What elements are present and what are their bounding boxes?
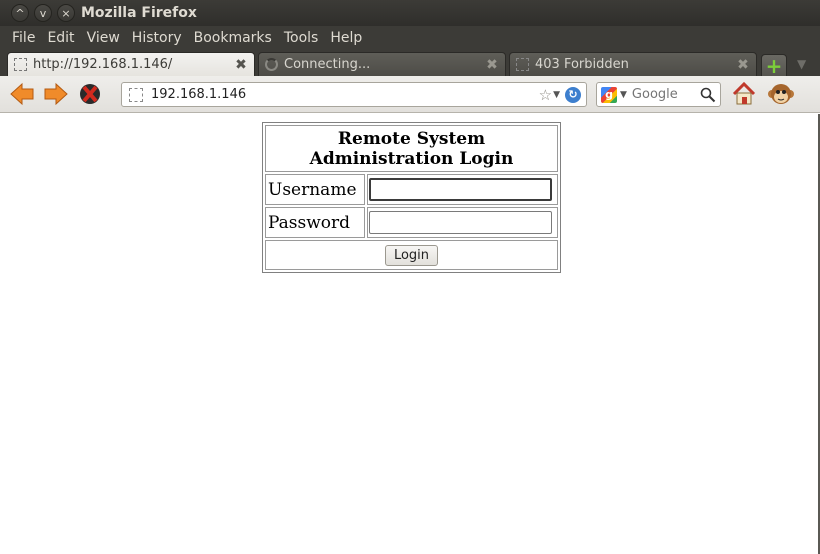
menu-help[interactable]: Help	[323, 30, 367, 46]
list-all-tabs-icon[interactable]: ▼	[797, 57, 806, 71]
stop-icon[interactable]	[76, 80, 104, 108]
close-tab-icon[interactable]: ✖	[736, 57, 750, 73]
username-field[interactable]	[369, 178, 552, 201]
home-icon[interactable]	[731, 81, 757, 107]
engine-dropdown-icon[interactable]: ▼	[620, 90, 627, 100]
blank-page-icon	[14, 58, 27, 71]
new-tab-button[interactable]: +	[761, 54, 787, 78]
tab-403-forbidden[interactable]: 403 Forbidden ✖	[509, 52, 757, 76]
tab-title: Connecting...	[284, 57, 371, 72]
google-engine-icon[interactable]: g	[601, 86, 617, 103]
menu-bookmarks[interactable]: Bookmarks	[187, 30, 277, 46]
login-form-table: Remote System Administration Login Usern…	[262, 122, 561, 273]
site-identity-icon	[129, 87, 143, 102]
username-cell	[367, 174, 558, 205]
tab-192-168-1-146[interactable]: http://192.168.1.146/ ✖	[7, 52, 255, 76]
maximize-icon[interactable]: v	[34, 4, 52, 22]
forward-arrow-icon[interactable]	[42, 80, 70, 108]
tab-title: http://192.168.1.146/	[33, 57, 173, 72]
back-arrow-icon[interactable]	[8, 80, 36, 108]
tab-title: 403 Forbidden	[535, 57, 629, 72]
password-label: Password	[265, 207, 365, 238]
menu-history[interactable]: History	[125, 30, 187, 46]
reload-icon[interactable]: ↻	[565, 86, 581, 103]
window-title: Mozilla Firefox	[81, 5, 197, 21]
menu-edit[interactable]: Edit	[40, 30, 79, 46]
login-heading: Remote System Administration Login	[265, 125, 558, 172]
window-titlebar: ^ v × Mozilla Firefox	[0, 0, 820, 26]
tab-connecting[interactable]: Connecting... ✖	[258, 52, 506, 76]
url-history-dropdown-icon[interactable]: ▼	[553, 90, 560, 100]
menu-file[interactable]: File	[5, 30, 40, 46]
menu-bar: File Edit View History Bookmarks Tools H…	[0, 26, 820, 49]
login-button[interactable]: Login	[384, 244, 439, 266]
search-bar[interactable]: g ▼	[596, 82, 721, 107]
menu-view[interactable]: View	[80, 30, 125, 46]
close-tab-icon[interactable]: ✖	[234, 57, 248, 73]
page-content: Remote System Administration Login Usern…	[0, 114, 820, 554]
search-magnifier-icon[interactable]	[700, 87, 716, 103]
password-field[interactable]	[369, 211, 552, 234]
blank-page-icon	[516, 58, 529, 71]
loading-spinner-icon	[265, 58, 278, 71]
password-cell	[367, 207, 558, 238]
search-input[interactable]	[631, 87, 698, 102]
tab-bar: http://192.168.1.146/ ✖ Connecting... ✖ …	[0, 49, 820, 78]
close-tab-icon[interactable]: ✖	[485, 57, 499, 73]
url-bar[interactable]: 192.168.1.146 ☆ ▼ ↻	[121, 82, 587, 107]
monkey-addon-icon[interactable]	[767, 80, 795, 108]
close-window-icon[interactable]: ×	[57, 4, 75, 22]
url-text[interactable]: 192.168.1.146	[151, 87, 539, 102]
submit-cell: Login	[265, 240, 558, 270]
username-label: Username	[265, 174, 365, 205]
bookmark-star-icon[interactable]: ☆	[539, 86, 552, 104]
navigation-toolbar: 192.168.1.146 ☆ ▼ ↻ g ▼	[0, 76, 820, 113]
minimize-icon[interactable]: ^	[11, 4, 29, 22]
menu-tools[interactable]: Tools	[277, 30, 324, 46]
